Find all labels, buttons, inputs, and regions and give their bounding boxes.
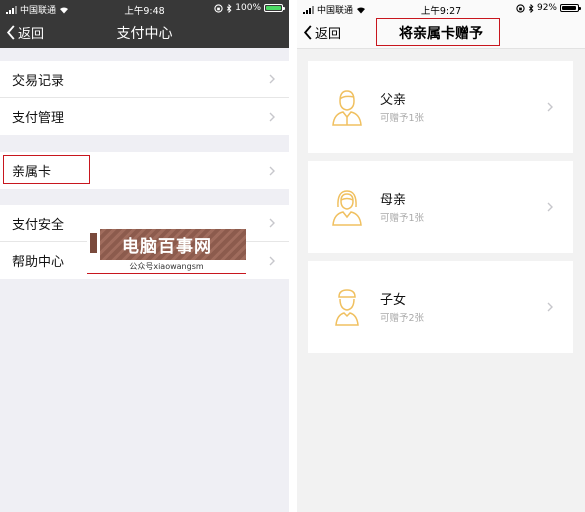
battery-percent: 100%: [235, 3, 261, 13]
transaction-records-item[interactable]: 交易记录: [0, 61, 289, 98]
father-avatar-icon: [332, 90, 362, 126]
list-item-label: 交易记录: [12, 73, 65, 89]
member-name: 母亲: [380, 193, 407, 208]
list-item-label: 帮助中心: [12, 255, 65, 270]
bluetooth-icon: [227, 3, 232, 13]
chevron-right-icon: [269, 218, 275, 228]
watermark-logo: [87, 229, 100, 260]
chevron-right-icon: [269, 256, 275, 265]
watermark-title: 电脑百事网: [122, 237, 212, 257]
nav-bar: 返回 将亲属卡赠予: [297, 16, 585, 49]
chevron-right-icon: [547, 102, 553, 112]
family-card-highlight: [3, 155, 90, 184]
chevron-right-icon: [547, 202, 553, 212]
member-name: 子女: [380, 293, 407, 308]
mother-avatar-icon: [332, 190, 362, 226]
chevron-right-icon: [269, 74, 275, 84]
page-title: 支付中心: [116, 26, 173, 42]
battery-fill: [266, 6, 281, 10]
watermark-subtitle: 公众号xiaowangsm: [87, 260, 246, 274]
child-avatar-icon: [335, 289, 359, 326]
gift-family-card-screen: 中国联通 上午9:27 92% 返回 将亲属卡赠予 父亲 可赠予1张 母亲 可赠…: [297, 0, 585, 512]
title-highlight: [376, 18, 500, 46]
orientation-lock-icon: [516, 3, 525, 13]
battery-icon: [560, 4, 581, 12]
mother-card[interactable]: 母亲 可赠予1张: [308, 161, 573, 253]
bluetooth-icon: [528, 3, 534, 13]
member-quota: 可赠予2张: [380, 313, 425, 324]
battery-icon: [264, 4, 285, 12]
status-right: 100%: [214, 3, 285, 13]
chevron-right-icon: [269, 166, 275, 175]
battery-fill: [562, 6, 576, 10]
member-quota: 可赠予1张: [380, 213, 425, 224]
payment-center-screen: 中国联通 上午9:48 100% 返回 支付中心 交易记录 支付管理 亲属卡 支…: [0, 0, 289, 512]
member-name: 父亲: [380, 93, 407, 108]
status-bar: 中国联通 上午9:27 92%: [297, 0, 585, 17]
nav-bar: 返回 支付中心: [0, 16, 289, 48]
chevron-right-icon: [547, 302, 553, 312]
child-card[interactable]: 子女 可赠予2张: [308, 261, 573, 353]
status-right: 92%: [516, 3, 581, 13]
list-item-label: 支付管理: [12, 111, 65, 126]
payment-management-item[interactable]: 支付管理: [0, 98, 289, 135]
status-bar: 中国联通 上午9:48 100%: [0, 0, 289, 17]
chevron-right-icon: [269, 112, 275, 121]
watermark: 电脑百事网 公众号xiaowangsm: [87, 229, 246, 274]
watermark-banner: 电脑百事网: [87, 229, 246, 260]
father-card[interactable]: 父亲 可赠予1张: [308, 61, 573, 153]
battery-percent: 92%: [536, 3, 557, 13]
member-quota: 可赠予1张: [380, 113, 425, 124]
list-item-label: 支付安全: [12, 217, 65, 233]
orientation-lock-icon: [214, 3, 223, 13]
list-group-records: 交易记录 支付管理: [0, 61, 289, 135]
